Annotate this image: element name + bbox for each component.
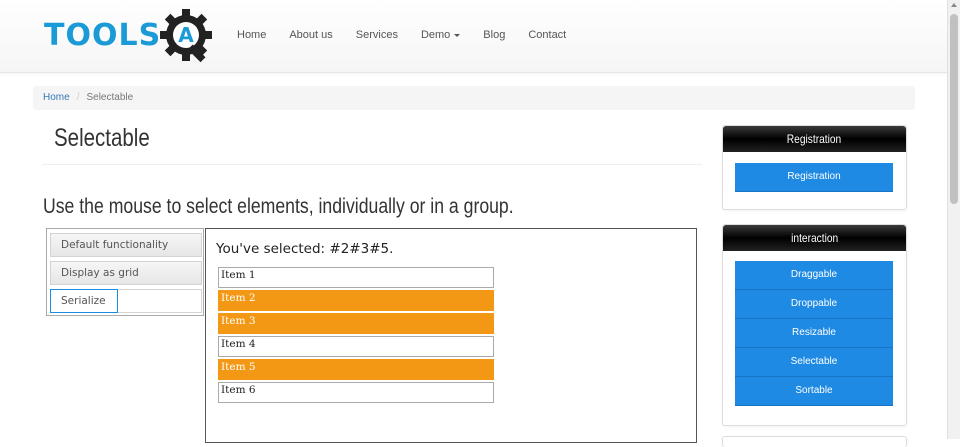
interaction-panel-header: interaction: [723, 225, 906, 251]
registration-panel-header: Registration: [723, 126, 906, 152]
selectable-item-1[interactable]: Item 1: [218, 267, 494, 288]
droppable-link[interactable]: Droppable: [735, 290, 893, 319]
nav-demo[interactable]: Demo: [420, 29, 461, 41]
next-panel-edge: [722, 436, 907, 447]
selectable-item-3[interactable]: Item 3: [218, 313, 494, 334]
page-subtitle: Use the mouse to select elements, indivi…: [43, 195, 514, 218]
logo-text: TOOLS: [44, 18, 162, 53]
nav-contact[interactable]: Contact: [528, 29, 566, 41]
page-scrollbar[interactable]: [947, 0, 960, 439]
selection-result: You've selected: #2#3#5.: [216, 241, 394, 257]
scroll-up-icon[interactable]: [951, 3, 957, 7]
caret-down-icon: [454, 33, 461, 37]
selectable-item-6[interactable]: Item 6: [218, 382, 494, 403]
site-logo[interactable]: TOOLS A: [44, 6, 219, 66]
tab-display-as-grid[interactable]: Display as grid: [50, 261, 202, 285]
tab-serialize-label: Serialize: [50, 289, 118, 313]
tab-default-functionality[interactable]: Default functionality: [50, 233, 202, 257]
gear-icon: A: [160, 9, 212, 63]
sortable-link[interactable]: Sortable: [735, 377, 893, 406]
nav-home[interactable]: Home: [237, 29, 266, 41]
breadcrumb-separator: /: [76, 92, 80, 103]
draggable-link[interactable]: Draggable: [735, 261, 893, 290]
logo-letter: A: [178, 23, 194, 47]
registration-button[interactable]: Registration: [735, 163, 893, 192]
demo-frame: You've selected: #2#3#5. Item 1 Item 2 I…: [205, 228, 697, 443]
resizable-link[interactable]: Resizable: [735, 319, 893, 348]
site-header: TOOLS A Home About us Services Demo Blog…: [0, 0, 948, 73]
interaction-panel-title: interaction: [790, 231, 839, 245]
breadcrumb-current: Selectable: [86, 92, 134, 103]
selectable-link[interactable]: Selectable: [735, 348, 893, 377]
selectable-item-5[interactable]: Item 5: [218, 359, 494, 380]
title-divider: [42, 164, 702, 165]
breadcrumb-home[interactable]: Home: [43, 92, 70, 103]
nav-services[interactable]: Services: [356, 29, 398, 41]
nav-blog[interactable]: Blog: [483, 29, 505, 41]
registration-panel-title: Registration: [787, 132, 842, 146]
registration-panel: Registration Registration: [722, 125, 907, 210]
page-title: Selectable: [54, 124, 150, 152]
selectable-item-4[interactable]: Item 4: [218, 336, 494, 357]
selectable-item-2[interactable]: Item 2: [218, 290, 494, 311]
interaction-panel: interaction Draggable Droppable Resizabl…: [722, 224, 907, 426]
demo-tabs: Default functionality Display as grid Se…: [46, 228, 204, 316]
nav-demo-label: Demo: [420, 29, 451, 41]
nav-about-us[interactable]: About us: [289, 29, 332, 41]
main-nav: Home About us Services Demo Blog Contact: [237, 29, 589, 41]
scrollbar-thumb[interactable]: [950, 14, 958, 204]
breadcrumb: Home / Selectable: [33, 86, 915, 110]
tab-serialize[interactable]: Serialize: [50, 289, 202, 313]
